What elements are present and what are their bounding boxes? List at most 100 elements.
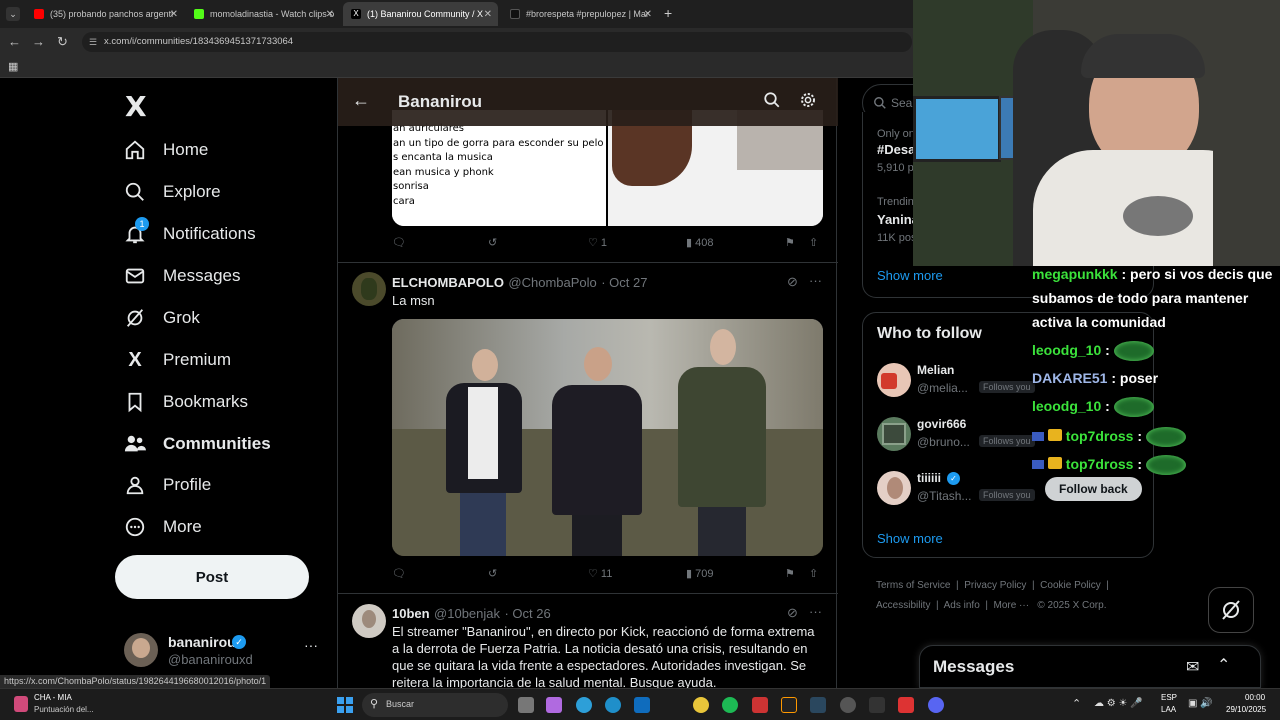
more-dots-icon[interactable]: ···: [809, 273, 822, 288]
close-icon[interactable]: ✕: [170, 9, 178, 20]
sidebar-item-home[interactable]: Home: [122, 132, 208, 168]
avatar[interactable]: [352, 272, 386, 306]
app-icon[interactable]: [840, 697, 856, 713]
outlook-icon[interactable]: [634, 697, 650, 713]
back-icon[interactable]: ←: [8, 34, 21, 49]
tray-icons[interactable]: ☁ ⚙ ☀ 🎤: [1094, 698, 1143, 709]
grok-icon[interactable]: ⊘: [787, 274, 798, 290]
footer-link[interactable]: Accessibility: [876, 600, 930, 611]
grok-icon[interactable]: ⊘: [787, 605, 798, 621]
task-view-icon[interactable]: [518, 697, 534, 713]
start-button[interactable]: [337, 697, 353, 713]
browser-tab-active[interactable]: X (1) Bananirou Community / X ✕: [343, 2, 498, 26]
author-handle[interactable]: @10benjak: [434, 606, 500, 621]
more-dots-icon[interactable]: ···: [809, 604, 822, 619]
close-icon[interactable]: ✕: [484, 9, 492, 20]
site-info-icon[interactable]: ☰: [89, 32, 97, 52]
grok-float-button[interactable]: [1208, 587, 1254, 633]
share-icon[interactable]: ⇧: [809, 236, 818, 249]
close-icon[interactable]: ✕: [326, 9, 334, 20]
new-tab-button[interactable]: +: [664, 5, 672, 21]
spotify-icon[interactable]: [722, 697, 738, 713]
sidebar-item-explore[interactable]: Explore: [122, 174, 221, 210]
discord-icon[interactable]: [928, 697, 944, 713]
like-button[interactable]: ♡ 1: [588, 236, 607, 250]
repost-icon[interactable]: ↺: [488, 567, 497, 580]
browser-tab[interactable]: momoladinastia - Watch clips o ✕: [186, 2, 340, 26]
footer-link[interactable]: Terms of Service: [876, 580, 950, 591]
sidebar-item-premium[interactable]: X Premium: [122, 342, 231, 378]
footer-link[interactable]: Privacy Policy: [964, 580, 1026, 591]
sidebar-item-messages[interactable]: Messages: [122, 258, 240, 294]
new-message-icon[interactable]: ✉: [1186, 657, 1199, 677]
tweet-image[interactable]: an auriculares an un tipo de gorra para …: [392, 110, 823, 226]
search-icon[interactable]: [763, 91, 781, 114]
avatar[interactable]: [352, 604, 386, 638]
bookmark-icon[interactable]: ⚑: [785, 567, 795, 580]
show-more-link[interactable]: Show more: [877, 531, 943, 546]
close-icon[interactable]: ✕: [644, 9, 652, 20]
sidebar-item-more[interactable]: More: [122, 509, 202, 545]
copilot-icon[interactable]: [546, 697, 562, 713]
footer-link[interactable]: More ···: [994, 600, 1030, 611]
epic-games-icon[interactable]: [869, 697, 885, 713]
tiktok-icon: [510, 9, 520, 19]
bookmark-icon[interactable]: ⚑: [785, 236, 795, 249]
footer-link[interactable]: Cookie Policy: [1040, 580, 1101, 591]
taskbar-app-widget[interactable]: CHA - MIA Puntuación del...: [12, 692, 132, 718]
chrome-icon[interactable]: [693, 697, 709, 713]
sidebar-item-grok[interactable]: Grok: [122, 300, 200, 336]
tweet-date[interactable]: Oct 27: [609, 275, 647, 290]
footer-link[interactable]: Ads info: [944, 600, 980, 611]
browser-tab[interactable]: #brorespeta #prepulopez | Mar ✕: [502, 2, 658, 26]
tweet-media[interactable]: [392, 319, 823, 556]
tab-title: #brorespeta #prepulopez | Mar: [526, 9, 649, 19]
reply-icon[interactable]: 🗨: [392, 567, 406, 580]
sidebar-item-profile[interactable]: Profile: [122, 467, 211, 503]
reply-icon[interactable]: 🗨: [392, 236, 406, 249]
show-more-link[interactable]: Show more: [877, 268, 943, 283]
more-dots-icon[interactable]: ···: [304, 637, 318, 653]
trend-title[interactable]: #Desa: [877, 142, 915, 157]
views-button[interactable]: ▮ 709: [686, 567, 713, 581]
author-handle[interactable]: @ChombaPolo: [508, 275, 596, 290]
author-name[interactable]: 10ben: [392, 606, 430, 621]
apps-grid-icon[interactable]: ▦: [8, 60, 18, 73]
tweet-date[interactable]: Oct 26: [512, 606, 550, 621]
share-icon[interactable]: ⇧: [809, 567, 818, 580]
edge-browser-icon[interactable]: [605, 697, 621, 713]
url-input[interactable]: ☰ x.com/i/communities/183436945137173306…: [82, 32, 912, 52]
tab-search-icon[interactable]: ⌄: [6, 7, 20, 21]
messages-drawer[interactable]: Messages ✉ ⌃: [919, 645, 1261, 688]
gear-icon[interactable]: [799, 91, 817, 114]
network-volume-icons[interactable]: ▣ 🔊: [1188, 698, 1213, 709]
app-icon[interactable]: [898, 697, 914, 713]
views-button[interactable]: ▮ 408: [686, 236, 713, 250]
sidebar-item-bookmarks[interactable]: Bookmarks: [122, 384, 248, 420]
author-name[interactable]: ELCHOMBAPOLO: [392, 275, 504, 290]
x-logo-icon[interactable]: X: [125, 90, 147, 123]
edge-icon[interactable]: [576, 697, 592, 713]
avatar: [877, 363, 911, 397]
follow-back-button[interactable]: Follow back: [1045, 477, 1142, 501]
browser-tab[interactable]: (35) probando panchos argenti ✕: [26, 2, 184, 26]
sidebar-item-communities[interactable]: Communities: [122, 426, 271, 462]
messages-title: Messages: [933, 657, 1015, 676]
reload-icon[interactable]: ↻: [57, 34, 68, 50]
sidebar-item-notifications[interactable]: 1 Notifications: [122, 216, 256, 252]
taskbar-search-input[interactable]: ⚲ Buscar: [362, 693, 508, 717]
post-button[interactable]: Post: [115, 555, 309, 599]
forward-icon[interactable]: →: [32, 34, 45, 49]
chevron-up-icon[interactable]: ⌃: [1072, 697, 1081, 710]
app-icon[interactable]: [781, 697, 797, 713]
like-button[interactable]: ♡ 11: [588, 567, 612, 581]
clock-time[interactable]: 00:00: [1245, 693, 1265, 702]
keyboard-language[interactable]: ESP: [1161, 693, 1177, 702]
app-icon[interactable]: [752, 697, 768, 713]
chevron-up-icon[interactable]: ⌃: [1217, 655, 1230, 675]
steam-icon[interactable]: [810, 697, 826, 713]
back-arrow-icon[interactable]: ←: [352, 90, 370, 111]
person-figure: [542, 345, 652, 556]
repost-icon[interactable]: ↺: [488, 236, 497, 249]
account-switcher[interactable]: bananirou ✓ @bananirouxd ···: [122, 631, 322, 671]
